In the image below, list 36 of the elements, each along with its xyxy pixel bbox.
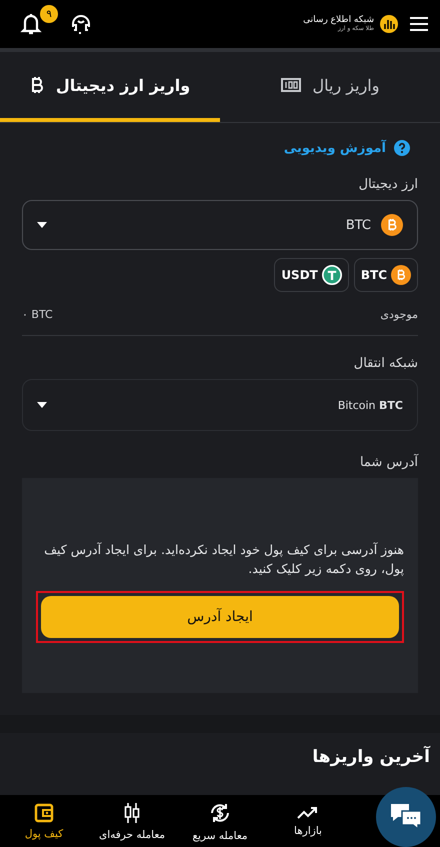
candlestick-icon [124,802,140,824]
trend-icon [297,806,319,820]
nav-item[interactable]: بازارها [264,795,352,847]
nav-item[interactable]: کیف پول [0,795,88,847]
notification-badge: ۹ [40,5,58,23]
bitcoin-icon [381,214,403,236]
currency-select[interactable]: BTC [22,200,418,250]
menu-icon[interactable] [410,17,428,31]
notification-icon[interactable] [20,12,42,36]
support-icon[interactable] [70,13,92,35]
tab[interactable]: واریز ریال [220,52,440,122]
caret-icon [37,402,47,408]
coin-chip[interactable]: USDT [274,258,349,292]
network-select[interactable]: Bitcoin BTC [22,379,418,431]
bitcoin-icon [30,75,44,95]
logo-icon [380,15,398,33]
logo-title: شبکه اطلاع رسانی [303,16,374,26]
field-label: شبکه انتقال [352,356,418,371]
tab[interactable]: واریز ارز دیجیتال [0,52,220,122]
wallet-icon [34,802,54,822]
help-icon [394,140,410,156]
create-address-button[interactable]: ایجاد آدرس [41,596,399,638]
nav-item[interactable]: معامله سریع [176,795,264,847]
caret-icon [37,222,47,228]
bitcoin-icon [391,265,411,285]
section-title: آخرین واریزها [311,744,432,769]
balance-label: موجودی [380,308,418,321]
video-tutorial-link[interactable]: آموزش ویدیویی [284,140,386,156]
field-label: ارز دیجیتال [358,177,418,192]
banknote-icon [280,78,301,92]
tether-icon [322,265,342,285]
address-message: هنوز آدرسی برای کیف پول خود ایجاد نکرده‌اید. برای ایجاد آدرس کیف پول، روی دکمه زیر کلیک کنید. [43,541,404,578]
nav-item[interactable]: معامله حرفه‌ای [88,795,176,847]
field-label: آدرس شما [358,455,418,470]
coin-chip[interactable]: BTC [354,258,418,292]
balance-value: ۰ BTC [22,308,53,321]
